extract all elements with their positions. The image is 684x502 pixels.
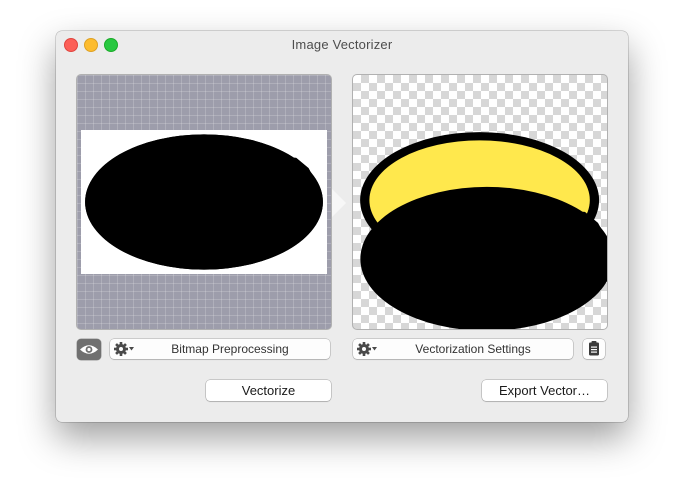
vector-image <box>360 132 607 329</box>
copy-to-clipboard-button[interactable] <box>583 339 605 359</box>
vectorization-settings-button[interactable]: Vectorization Settings <box>353 339 573 359</box>
title-bar: Image Vectorizer <box>56 31 628 57</box>
bitmap-preprocessing-button[interactable]: Bitmap Preprocessing <box>110 339 330 359</box>
bitmap-image <box>81 130 327 274</box>
bitmap-preprocessing-label: Bitmap Preprocessing <box>171 342 289 356</box>
vectorization-settings-label: Vectorization Settings <box>415 342 531 356</box>
bitmap-preview-panel[interactable] <box>77 75 331 329</box>
preview-toggle-button[interactable] <box>77 339 101 360</box>
app-window: Image Vectorizer Bitmap Preprocessing Ve… <box>56 31 628 422</box>
vector-preview-panel[interactable] <box>353 75 607 329</box>
arrow-separator-icon <box>332 189 346 217</box>
chevron-down-icon <box>372 347 377 351</box>
vectorize-button[interactable]: Vectorize <box>206 380 331 401</box>
gear-icon <box>357 342 377 356</box>
export-vector-button[interactable]: Export Vector… <box>482 380 607 401</box>
eye-icon <box>80 345 98 354</box>
clipboard-icon <box>589 341 599 356</box>
window-title: Image Vectorizer <box>291 37 393 52</box>
chevron-down-icon <box>129 347 134 351</box>
gear-icon <box>114 342 134 356</box>
